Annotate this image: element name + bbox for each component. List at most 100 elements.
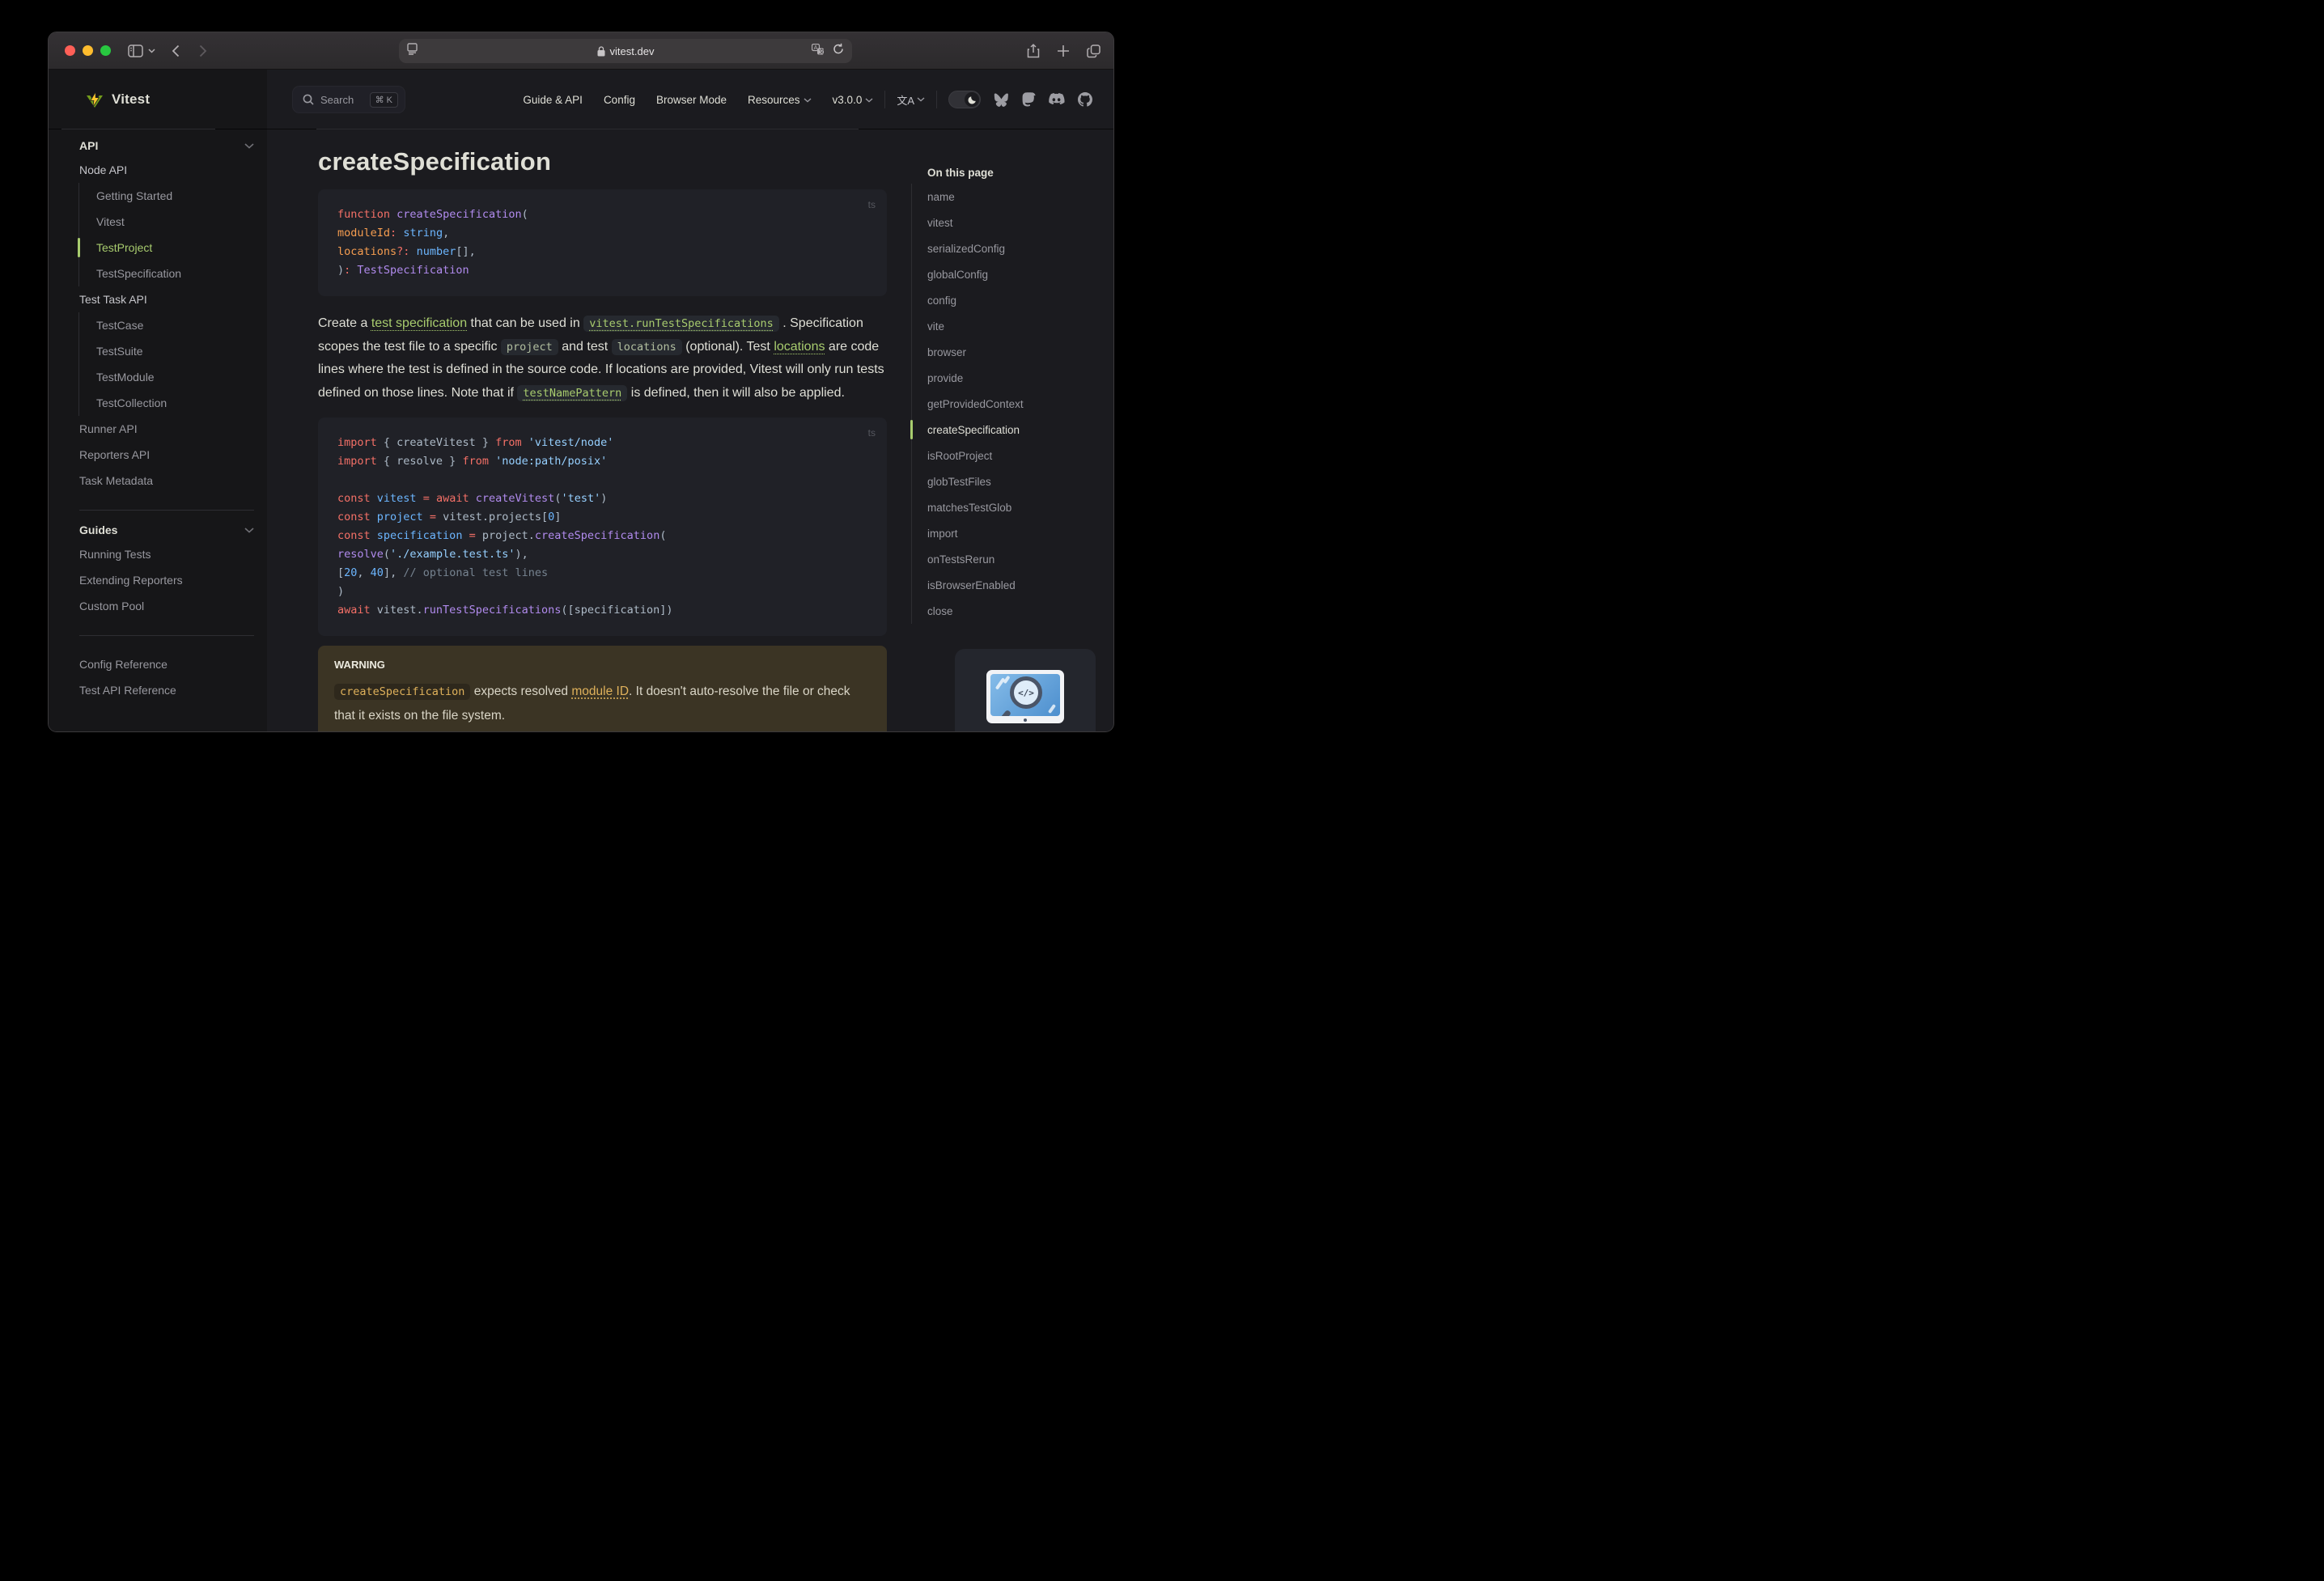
outline-item-vite[interactable]: vite xyxy=(927,313,1105,339)
page-title: createSpecification xyxy=(318,147,552,176)
forward-button[interactable] xyxy=(199,32,207,70)
search-button[interactable]: Search ⌘ K xyxy=(292,86,405,113)
outline-item-config[interactable]: config xyxy=(927,287,1105,313)
outline-item-browser[interactable]: browser xyxy=(927,339,1105,365)
outline-item-ontestsrerun[interactable]: onTestsRerun xyxy=(927,546,1105,572)
sidebar-item-testsuite[interactable]: TestSuite xyxy=(96,338,254,364)
inline-link[interactable]: module ID xyxy=(571,685,629,698)
sidebar-item-config-reference[interactable]: Config Reference xyxy=(79,651,254,677)
code-line: const project = vitest.projects[0] xyxy=(337,511,562,523)
inline-link[interactable]: testNamePattern xyxy=(517,384,628,401)
minimize-window-button[interactable] xyxy=(83,45,93,56)
outline-item-createspecification[interactable]: createSpecification xyxy=(910,417,1105,443)
sidebar-item-running-tests[interactable]: Running Tests xyxy=(79,541,254,567)
description-paragraph: Create a test specification that can be … xyxy=(318,316,884,401)
new-tab-icon[interactable] xyxy=(1057,32,1070,70)
sidebar-item-testcase[interactable]: TestCase xyxy=(96,312,254,338)
inline-link[interactable]: test specification xyxy=(371,316,467,330)
sponsor-card[interactable]: </> xyxy=(955,649,1096,731)
outline-item-close[interactable]: close xyxy=(927,598,1105,624)
theme-toggle[interactable] xyxy=(948,91,981,108)
sidebar-item-testcollection[interactable]: TestCollection xyxy=(96,390,254,416)
inline-code: locations xyxy=(611,338,682,355)
close-window-button[interactable] xyxy=(65,45,75,56)
nav-link-label: Browser Mode xyxy=(655,93,727,106)
language-menu[interactable]: 文A xyxy=(897,92,925,108)
sidebar-item-guides[interactable]: Guides xyxy=(79,519,254,541)
sidebar-item-custom-pool[interactable]: Custom Pool xyxy=(79,593,254,619)
bluesky-icon[interactable] xyxy=(994,93,1009,107)
chevron-down-icon xyxy=(244,142,254,149)
chevron-down-icon xyxy=(244,527,254,533)
back-button[interactable] xyxy=(172,32,180,70)
sidebar-item-test-task-api[interactable]: Test Task API xyxy=(79,286,254,312)
sidebar-item-testspecification[interactable]: TestSpecification xyxy=(96,261,254,286)
inline-code: project xyxy=(500,338,558,355)
sidebar-item-node-api[interactable]: Node API xyxy=(79,157,254,183)
reload-icon[interactable] xyxy=(833,43,844,59)
sidebar-nav: API Node API Getting Started Vitest TestProj… xyxy=(49,129,267,731)
code-line: await vitest.runTestSpecifications([spec… xyxy=(337,604,673,617)
outline-item-import[interactable]: import xyxy=(927,520,1105,546)
outline-item-isbrowserenabled[interactable]: isBrowserEnabled xyxy=(927,572,1105,598)
nav-link-config[interactable]: Config xyxy=(604,94,635,106)
nav-link-v3-0-0[interactable]: v3.0.0 xyxy=(833,94,874,106)
sidebar-item-runner-api[interactable]: Runner API xyxy=(79,416,254,442)
svg-text:文: 文 xyxy=(819,48,825,55)
inline-code: createSpecification xyxy=(334,684,471,700)
sidebar-item-label: Task Metadata xyxy=(79,474,154,487)
outline-item-serializedconfig[interactable]: serializedConfig xyxy=(927,235,1105,261)
sidebar-item-vitest[interactable]: Vitest xyxy=(96,209,254,235)
nav-link-label: v3.0.0 xyxy=(832,93,863,106)
sidebar-item-testproject[interactable]: TestProject xyxy=(78,235,254,261)
outline-item-matchestestglob[interactable]: matchesTestGlob xyxy=(927,494,1105,520)
inline-link[interactable]: vitest.runTestSpecifications xyxy=(583,316,779,332)
outline-item-globalconfig[interactable]: globalConfig xyxy=(927,261,1105,287)
sidebar-toggle-icon[interactable] xyxy=(128,32,143,70)
inline-link[interactable]: locations xyxy=(774,340,825,354)
social-links xyxy=(994,92,1092,107)
sidebar-item-task-metadata[interactable]: Task Metadata xyxy=(79,468,254,494)
sidebar-item-api[interactable]: API xyxy=(79,134,254,157)
outline-item-vitest[interactable]: vitest xyxy=(927,210,1105,235)
sidebar-item-label: TestModule xyxy=(96,371,155,384)
outline-item-isrootproject[interactable]: isRootProject xyxy=(927,443,1105,468)
code-search-illustration: </> xyxy=(986,670,1064,723)
sidebar-item-label: TestSpecification xyxy=(96,267,182,280)
github-icon[interactable] xyxy=(1078,92,1092,107)
sidebar-group: TestCase TestSuite TestModule TestCollectio… xyxy=(78,312,254,416)
mastodon-icon[interactable] xyxy=(1022,92,1036,107)
outline-item-globtestfiles[interactable]: globTestFiles xyxy=(927,468,1105,494)
sidebar-item-label: Running Tests xyxy=(79,548,151,561)
sidebar-group: Getting Started Vitest TestProject TestSpec… xyxy=(78,183,254,286)
outline-item-name[interactable]: name xyxy=(927,184,1105,210)
code-block-signature[interactable]: ts function createSpecification( moduleI… xyxy=(318,189,887,296)
translate-icon: 文A xyxy=(897,94,914,107)
sidebar-item-extending-reporters[interactable]: Extending Reporters xyxy=(79,567,254,593)
sidebar-item-testmodule[interactable]: TestModule xyxy=(96,364,254,390)
nav-link-guide-api[interactable]: Guide & API xyxy=(523,94,583,106)
outline-item-getprovidedcontext[interactable]: getProvidedContext xyxy=(927,391,1105,417)
browser-toolbar: vitest.dev A 文 xyxy=(49,32,1113,70)
sidebar-item-label: Config Reference xyxy=(79,658,168,671)
tab-overview-icon[interactable] xyxy=(1087,32,1101,70)
chevron-down-icon xyxy=(917,97,925,102)
nav-link-browser-mode[interactable]: Browser Mode xyxy=(656,94,727,106)
toolbar-chevron-down-icon[interactable] xyxy=(148,32,155,70)
nav-link-resources[interactable]: Resources xyxy=(748,94,812,106)
share-icon[interactable] xyxy=(1027,32,1040,70)
outline-item-provide[interactable]: provide xyxy=(927,365,1105,391)
zoom-window-button[interactable] xyxy=(100,45,111,56)
site-logo[interactable]: Vitest xyxy=(86,70,150,129)
translate-icon[interactable]: A 文 xyxy=(811,43,825,59)
sidebar-item-reporters-api[interactable]: Reporters API xyxy=(79,442,254,468)
address-bar[interactable]: vitest.dev A 文 xyxy=(399,39,852,63)
sidebar-item-label: Custom Pool xyxy=(79,600,145,612)
discord-icon[interactable] xyxy=(1049,93,1065,106)
code-line: const specification = project.createSpec… xyxy=(337,529,667,542)
chevron-down-icon xyxy=(804,98,812,103)
sidebar-item-test-api-reference[interactable]: Test API Reference xyxy=(79,677,254,703)
code-block-example[interactable]: ts import { createVitest } from 'vitest/… xyxy=(318,418,887,636)
sidebar-item-label: Test API Reference xyxy=(79,684,176,697)
sidebar-item-getting-started[interactable]: Getting Started xyxy=(96,183,254,209)
